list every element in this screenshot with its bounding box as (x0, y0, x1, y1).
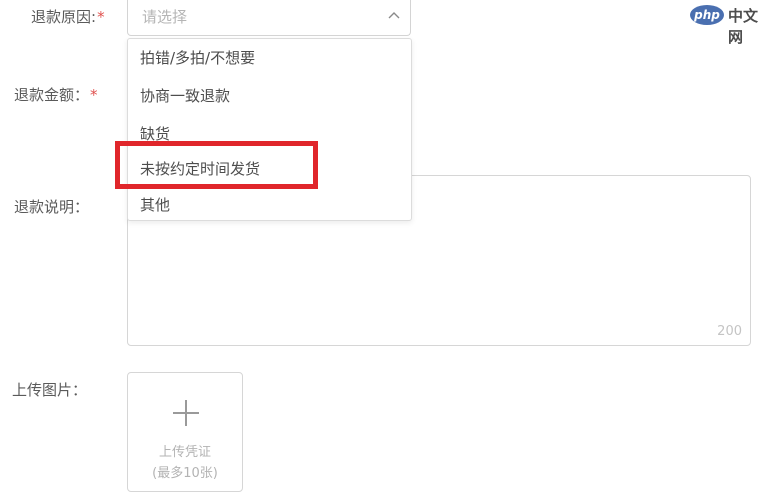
reason-select-placeholder: 请选择 (142, 8, 188, 26)
required-asterisk: * (97, 8, 105, 26)
amount-label: 退款金额：* (14, 84, 98, 105)
upload-button[interactable]: 上传凭证 (最多10张) (127, 372, 243, 492)
watermark-logo: php 中文网 (690, 3, 770, 46)
upload-label: 上传图片： (12, 381, 88, 399)
reason-dropdown: 拍错/多拍/不想要 协商一致退款 缺货 未按约定时间发货 其他 (127, 38, 412, 221)
reason-option[interactable]: 其他 (140, 194, 170, 215)
upload-subtitle: (最多10张) (152, 466, 218, 481)
chevron-up-icon (388, 12, 400, 19)
plus-icon (173, 400, 199, 426)
highlight-box (115, 141, 318, 189)
required-asterisk: * (90, 86, 98, 104)
php-logo-badge: php (690, 5, 724, 25)
char-counter: 200 (717, 324, 742, 339)
reason-label-text: 退款原因: (31, 8, 97, 26)
reason-option[interactable]: 拍错/多拍/不想要 (140, 47, 255, 68)
upload-title: 上传凭证 (158, 445, 211, 460)
watermark-site-text: 中文网 (728, 7, 759, 46)
reason-select[interactable]: 请选择 (127, 0, 411, 36)
description-label: 退款说明： (14, 198, 90, 216)
reason-option[interactable]: 协商一致退款 (140, 85, 230, 106)
amount-label-text: 退款金额： (14, 86, 90, 104)
reason-label: 退款原因:* (31, 6, 105, 27)
